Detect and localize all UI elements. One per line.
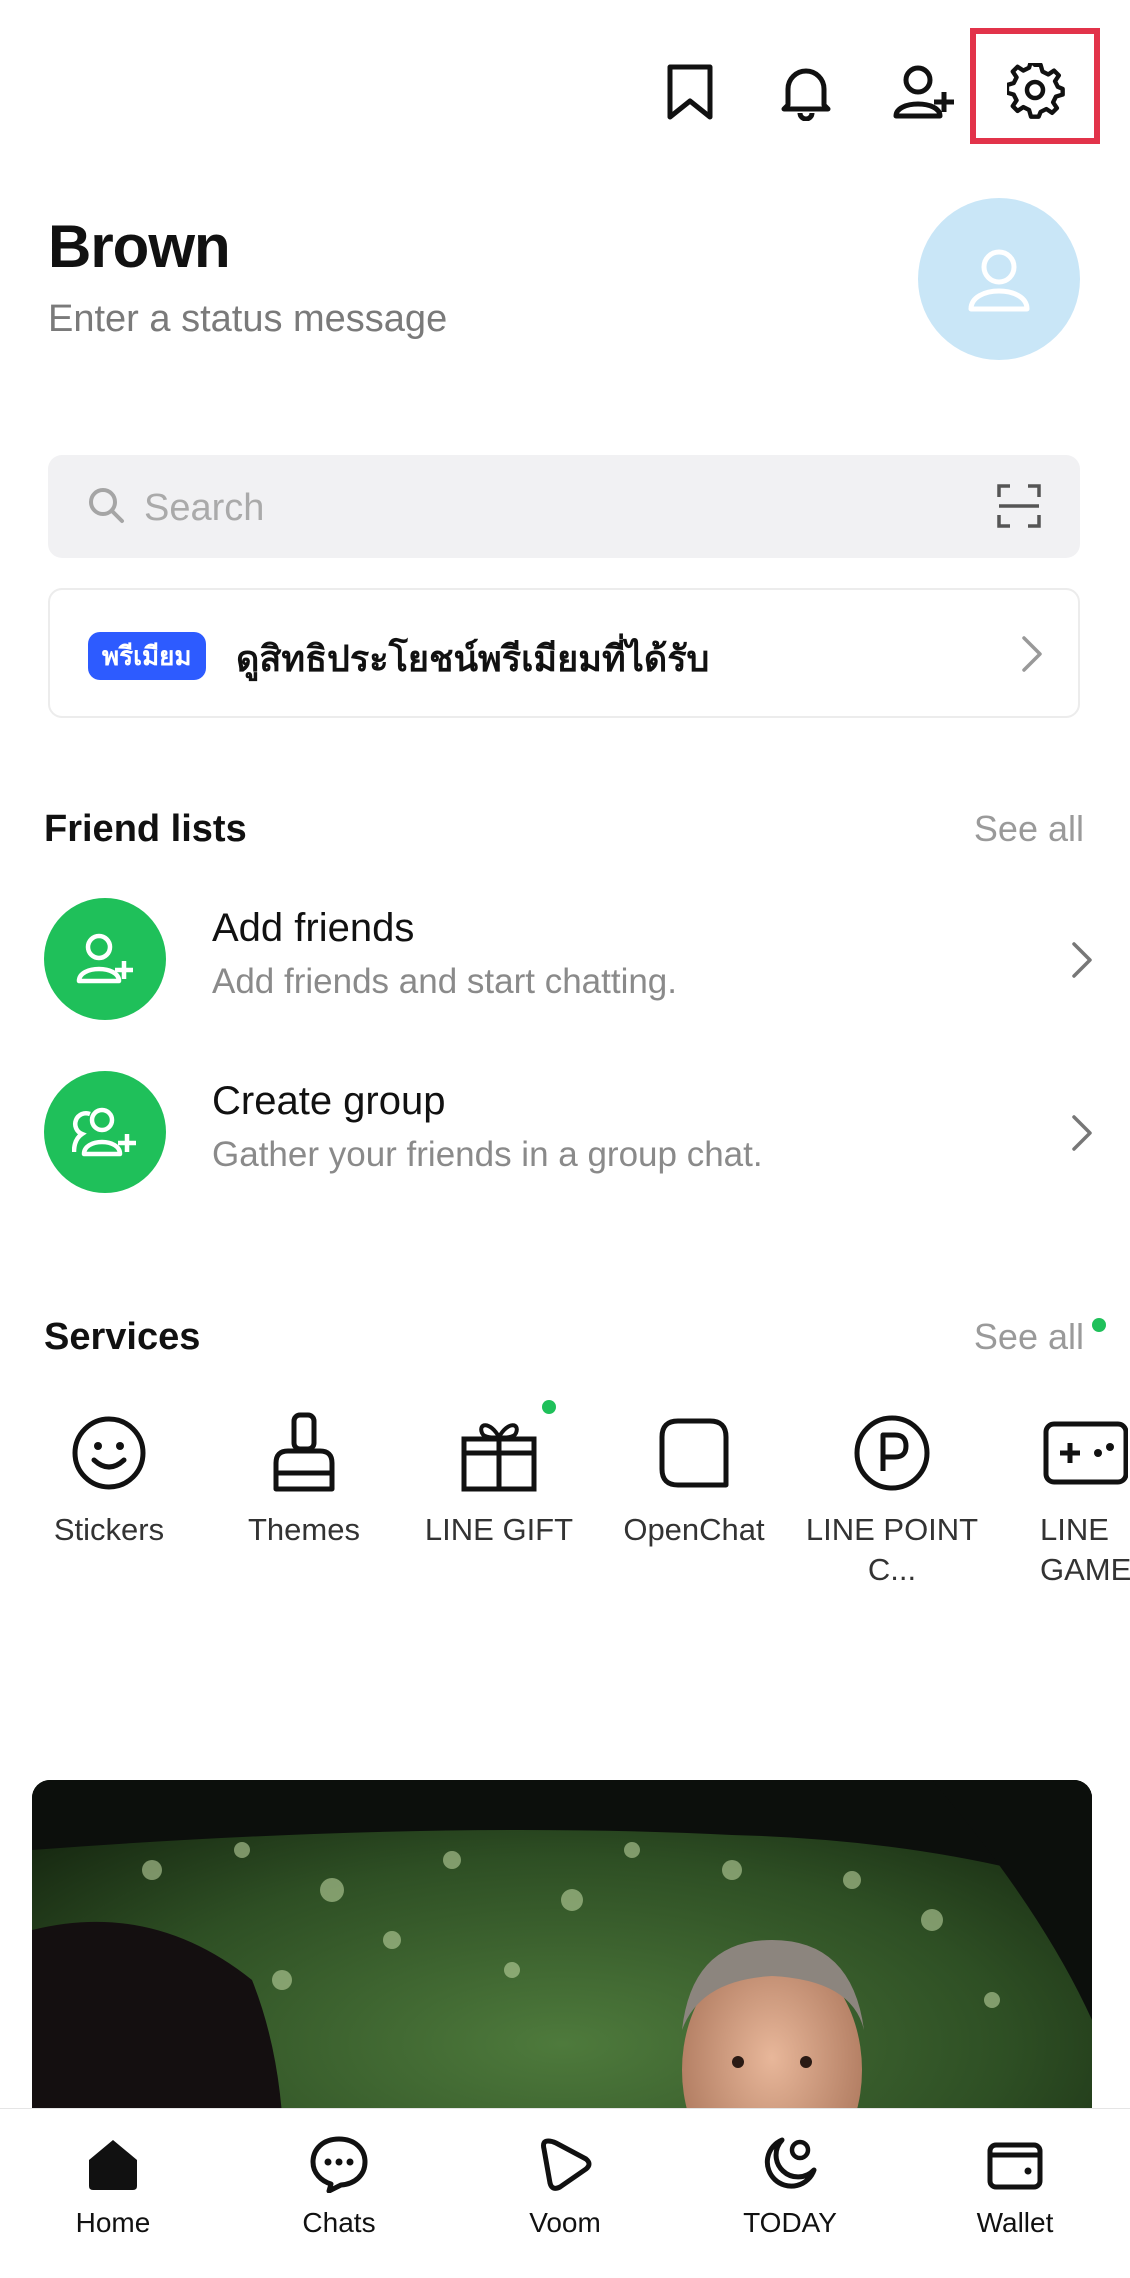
service-openchat[interactable]: OpenChat (599, 1408, 789, 1550)
profile-silhouette-icon (968, 249, 1030, 312)
settings-highlight (970, 28, 1100, 144)
point-icon (854, 1415, 930, 1491)
add-friends-title: Add friends (212, 906, 415, 950)
nav-voom[interactable]: Voom (485, 2131, 645, 2239)
nav-label: Chats (302, 2207, 376, 2238)
voom-play-icon (541, 2138, 592, 2191)
add-friends-subtitle: Add friends and start chatting. (212, 962, 677, 1001)
profile-name[interactable]: Brown (48, 212, 231, 281)
add-friends-row[interactable]: Add friends Add friends and start chatti… (44, 898, 1094, 1028)
service-line-game[interactable]: LINE GAME (1000, 1408, 1130, 1590)
notifications-button[interactable] (766, 52, 846, 132)
brush-icon (273, 1412, 335, 1492)
group-add-icon (72, 1107, 136, 1157)
gamepad-icon (1043, 1421, 1128, 1485)
nav-home[interactable]: Home (33, 2131, 193, 2239)
bookmark-button[interactable] (650, 52, 730, 132)
nav-today[interactable]: TODAY (710, 2131, 870, 2239)
friend-lists-see-all[interactable]: See all (974, 808, 1084, 850)
nav-label: TODAY (743, 2207, 837, 2238)
nav-label: Home (75, 2207, 151, 2238)
add-friend-icon (893, 65, 954, 119)
services-see-all[interactable]: See all (974, 1316, 1084, 1358)
create-group-subtitle: Gather your friends in a group chat. (212, 1135, 763, 1174)
status-message[interactable]: Enter a status message (48, 298, 447, 341)
service-label: LINE GIFT (424, 1512, 574, 1547)
add-friends-avatar (44, 898, 166, 1020)
bottom-nav: Home Chats Voom TODAY Wallet (0, 2108, 1130, 2278)
smiley-icon (72, 1416, 146, 1490)
nav-chats[interactable]: Chats (259, 2131, 419, 2239)
create-group-title: Create group (212, 1079, 446, 1123)
chat-bubble-icon (310, 2136, 368, 2193)
home-icon (89, 2140, 137, 2190)
service-label: Stickers (53, 1512, 165, 1547)
wallet-icon (987, 2142, 1043, 2190)
openchat-icon (659, 1418, 729, 1488)
service-stickers[interactable]: Stickers (14, 1408, 204, 1550)
search-bar[interactable] (48, 455, 1080, 558)
premium-banner[interactable]: พรีเมียม ดูสิทธิประโยชน์พรีเมียมที่ได้รั… (48, 588, 1080, 718)
chevron-right-icon (1022, 636, 1042, 672)
create-group-row[interactable]: Create group Gather your friends in a gr… (44, 1071, 1094, 1201)
gift-icon (461, 1423, 537, 1492)
create-group-avatar (44, 1071, 166, 1193)
service-label: LINE POINT C... (805, 1512, 979, 1587)
premium-benefits-text: ดูสิทธิประโยชน์พรีเมียมที่ได้รับ (236, 639, 710, 680)
service-label: OpenChat (623, 1512, 765, 1547)
search-input[interactable] (142, 479, 946, 537)
new-indicator-dot (1092, 1318, 1106, 1332)
search-icon (89, 488, 124, 523)
add-friend-button[interactable] (884, 52, 964, 132)
friend-lists-title: Friend lists (44, 808, 247, 850)
nav-label: Voom (529, 2207, 601, 2238)
service-line-point[interactable]: LINE POINT C... (797, 1408, 987, 1590)
services-title: Services (44, 1316, 201, 1358)
chevron-right-icon (1072, 1115, 1092, 1151)
add-friend-icon (76, 933, 133, 984)
avatar[interactable] (918, 198, 1080, 360)
nav-wallet[interactable]: Wallet (935, 2131, 1095, 2239)
service-label: LINE GAME (1040, 1512, 1130, 1587)
scan-icon[interactable] (996, 483, 1042, 529)
premium-badge: พรีเมียม (88, 632, 206, 680)
bookmark-icon (667, 64, 713, 120)
chevron-right-icon (1072, 942, 1092, 978)
nav-label: Wallet (976, 2207, 1054, 2238)
today-moon-icon (764, 2137, 817, 2189)
bell-icon (781, 68, 831, 121)
service-themes[interactable]: Themes (209, 1408, 399, 1550)
service-line-gift[interactable]: LINE GIFT (404, 1408, 594, 1550)
service-label: Themes (248, 1512, 360, 1547)
new-indicator-dot (542, 1400, 556, 1414)
